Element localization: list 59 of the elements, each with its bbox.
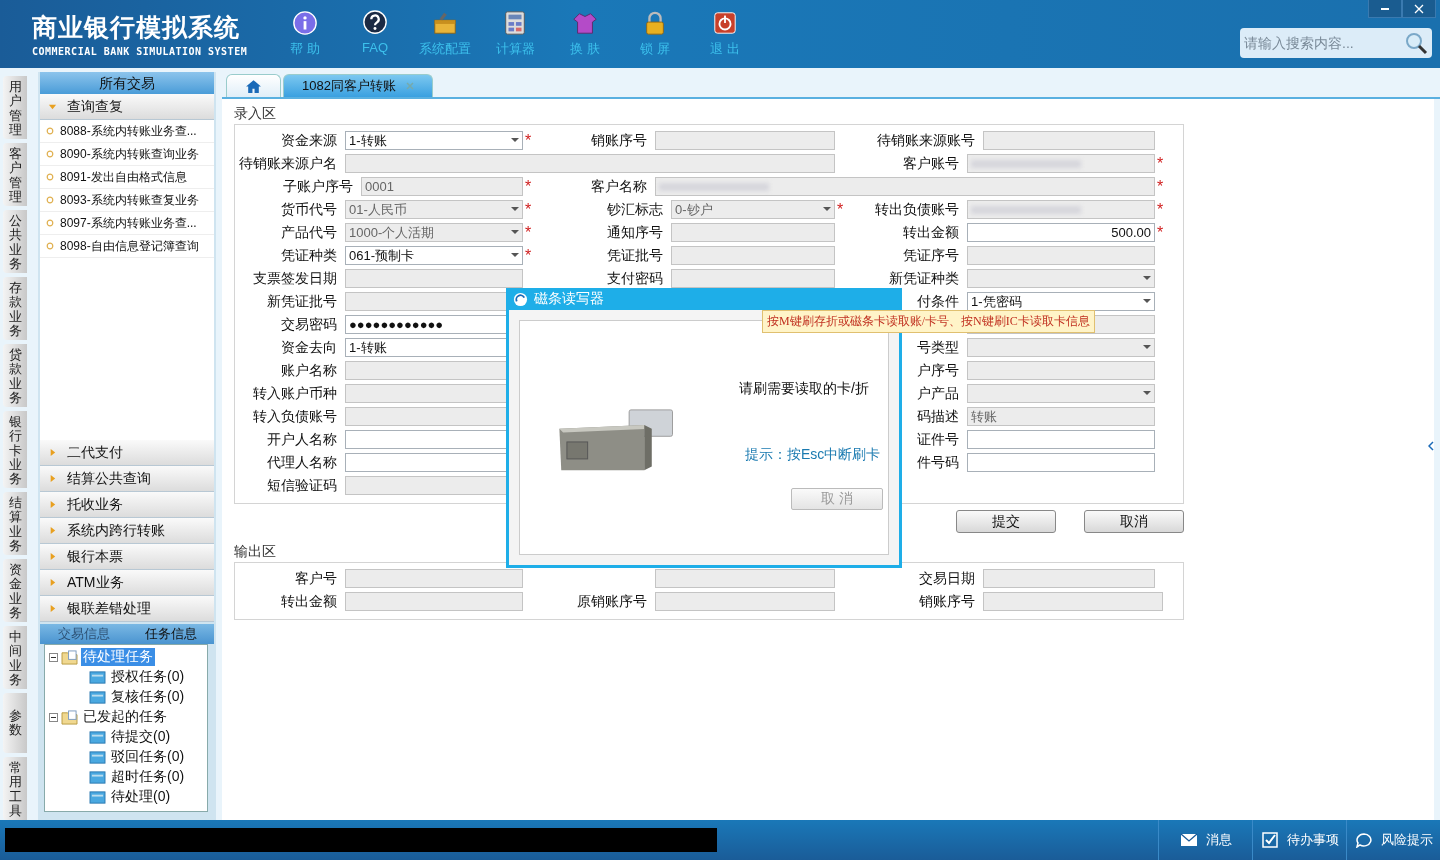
field-label: 交易日期 xyxy=(918,569,976,588)
required-mark: * xyxy=(525,246,532,264)
required-mark: * xyxy=(1157,223,1164,241)
field-label: 原销账序号 xyxy=(576,592,648,611)
field-label: 销账序号 xyxy=(591,131,647,148)
dialog-message: 请刷需要读取的卡/折 xyxy=(739,380,869,398)
required-mark: * xyxy=(525,131,532,149)
field-label: 资金去向 xyxy=(281,338,337,355)
field-label: 转出负债账号 xyxy=(875,200,959,217)
field-label: 转出金额 xyxy=(903,223,959,240)
field-label: 付条件 xyxy=(917,292,959,309)
field-label: 凭证种类 xyxy=(281,246,337,263)
field-label: 凭证批号 xyxy=(607,246,663,263)
field-label: 货币代号 xyxy=(281,200,337,217)
field-label: 代理人名称 xyxy=(267,453,337,470)
required-mark: * xyxy=(525,177,532,195)
field-label: 短信验证码 xyxy=(267,476,337,493)
required-mark: * xyxy=(1157,200,1164,218)
field-label: 待销账来源账号 xyxy=(877,131,975,148)
field-label: 号类型 xyxy=(917,338,959,355)
field-label: 通知序号 xyxy=(607,223,663,240)
field-label: 证件号 xyxy=(917,430,959,447)
tooltip: 按M键刷存折或磁条卡读取账/卡号、按N键刷IC卡读取卡信息 xyxy=(762,310,1095,333)
field-label: 开户人名称 xyxy=(267,430,337,447)
field-label: 资金来源 xyxy=(281,131,337,148)
field-label: 客户账号 xyxy=(903,154,959,171)
dialog-hint: 提示：按Esc中断刷卡 xyxy=(745,446,881,464)
field-label: 支票签发日期 xyxy=(253,269,337,286)
field-label: 转入负债账号 xyxy=(253,407,337,424)
section-title: 输出区 xyxy=(234,543,277,561)
field-label: 客户名称 xyxy=(591,177,647,194)
app-title: 商业银行模拟系统 xyxy=(32,12,241,43)
field-label: 客户号 xyxy=(294,569,338,588)
field-label: 账户名称 xyxy=(281,361,337,378)
field-label: 凭证序号 xyxy=(903,246,959,263)
field-label: 户产品 xyxy=(917,384,959,401)
field-label: 交易密码 xyxy=(281,315,337,332)
field-label: 钞汇标志 xyxy=(607,200,663,217)
app-subtitle: COMMERCIAL BANK SIMULATION SYSTEM xyxy=(32,46,249,57)
field-label: 转出金额 xyxy=(280,592,338,611)
required-mark: * xyxy=(1157,177,1164,195)
field-label: 支付密码 xyxy=(607,269,663,286)
sidebar-header: 所有交易 xyxy=(40,72,214,94)
required-mark: * xyxy=(1157,154,1164,172)
field-label: 产品代号 xyxy=(281,223,337,240)
required-mark: * xyxy=(837,200,844,218)
required-mark: * xyxy=(525,200,532,218)
section-title: 录入区 xyxy=(234,105,277,123)
dialog-title: 磁条读写器 xyxy=(534,290,604,308)
field-label: 码描述 xyxy=(917,407,959,424)
field-label: 销账序号 xyxy=(918,592,976,611)
required-mark: * xyxy=(525,223,532,241)
field-label: 新凭证种类 xyxy=(889,269,959,286)
field-label: 件号码 xyxy=(917,453,959,470)
field-label: 子账户序号 xyxy=(283,177,353,194)
field-label: 户序号 xyxy=(917,361,959,378)
field-label: 待销账来源户名 xyxy=(239,154,337,171)
field-label: 新凭证批号 xyxy=(267,292,337,309)
field-label: 转入账户币种 xyxy=(253,384,337,401)
